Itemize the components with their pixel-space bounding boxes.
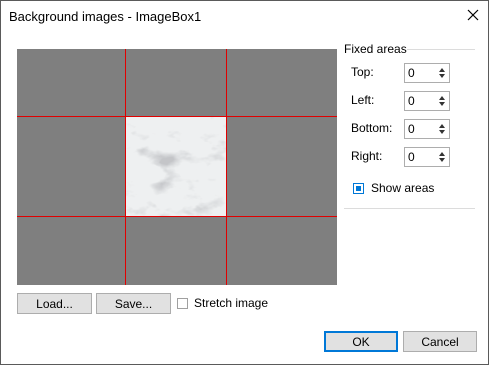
load-button[interactable]: Load... [17,293,92,314]
bottom-increment-icon[interactable] [439,124,445,128]
bottom-value-input[interactable] [408,121,432,137]
bottom-area-line[interactable] [17,216,337,217]
close-icon [467,9,479,21]
close-button[interactable] [463,4,483,26]
show-areas-checkbox[interactable] [353,183,364,194]
fixed-areas-group-label: Fixed areas [344,42,407,56]
left-value-input[interactable] [408,93,432,109]
group-divider-top [407,49,475,50]
top-increment-icon[interactable] [439,68,445,72]
image-preview[interactable] [17,49,337,285]
right-spinner[interactable] [404,147,450,167]
top-spinner[interactable] [404,63,450,83]
save-button[interactable]: Save... [96,293,171,314]
marble-texture-image [125,116,226,216]
right-increment-icon[interactable] [439,152,445,156]
cancel-button[interactable]: Cancel [403,331,477,352]
stretch-image-checkbox[interactable] [177,298,188,309]
right-value-input[interactable] [408,149,432,165]
top-value-input[interactable] [408,65,432,81]
top-decrement-icon[interactable] [439,74,445,78]
group-divider-bottom [344,208,475,209]
show-areas-label: Show areas [371,181,435,195]
top-area-line[interactable] [17,116,337,117]
top-field-label: Top: [351,65,374,79]
bottom-spinner[interactable] [404,119,450,139]
left-increment-icon[interactable] [439,96,445,100]
left-spinner[interactable] [404,91,450,111]
right-area-line[interactable] [226,49,227,285]
stretch-image-label: Stretch image [194,296,269,310]
right-decrement-icon[interactable] [439,158,445,162]
left-area-line[interactable] [125,49,126,285]
bottom-field-label: Bottom: [351,121,393,135]
bottom-decrement-icon[interactable] [439,130,445,134]
left-decrement-icon[interactable] [439,102,445,106]
dialog-window: Background images - ImageBox1 Load... Sa… [0,0,489,365]
right-field-label: Right: [351,149,383,163]
window-title: Background images - ImageBox1 [9,9,202,24]
ok-button[interactable]: OK [324,331,398,352]
left-field-label: Left: [351,93,375,107]
